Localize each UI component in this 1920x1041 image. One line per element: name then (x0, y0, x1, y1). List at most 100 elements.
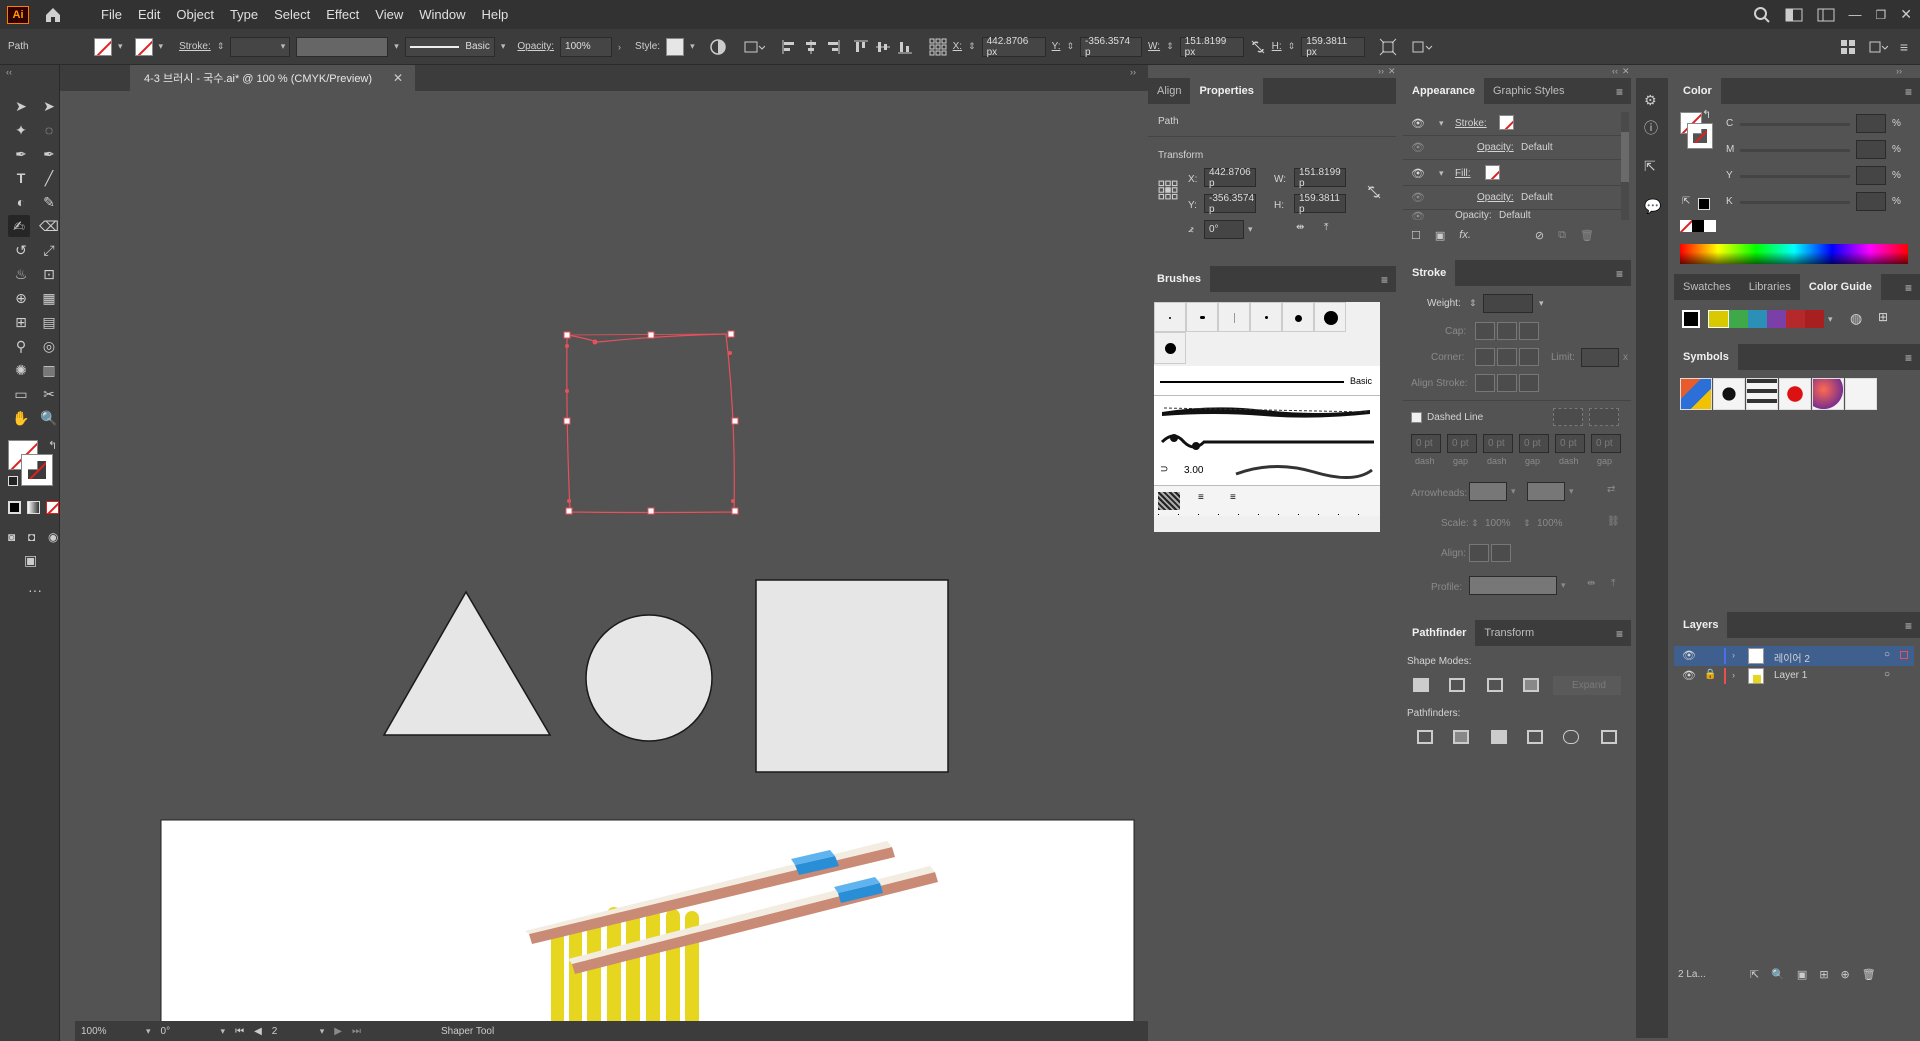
stepper-icon[interactable]: ⇕ (968, 41, 976, 52)
profile-field[interactable] (1469, 576, 1557, 595)
draw-normal-icon[interactable]: ◙ (8, 530, 15, 544)
fill-swatch[interactable] (1485, 165, 1500, 180)
chevron-down-icon[interactable]: ▾ (1828, 314, 1833, 325)
triangle-shape[interactable] (382, 590, 552, 736)
rotation-field[interactable]: 0° (161, 1026, 211, 1037)
envelope-icon[interactable] (743, 38, 765, 56)
lock-icon[interactable]: 🔒 (1704, 669, 1716, 680)
panel-options-icon[interactable] (1868, 39, 1888, 55)
symbol-ribbon[interactable] (1779, 378, 1811, 410)
link-scale-icon[interactable]: ⛓ (1607, 516, 1620, 527)
appearance-row-object-opacity[interactable]: 👁 Opacity: Default (1403, 210, 1621, 220)
align-top-icon[interactable] (853, 39, 869, 55)
draw-behind-icon[interactable]: ◘ (28, 530, 35, 544)
chevron-down-icon[interactable]: ▾ (146, 1026, 151, 1037)
visibility-eye-icon[interactable]: 👁 (1411, 167, 1425, 180)
visibility-eye-icon[interactable]: 👁 (1411, 210, 1425, 220)
export-layer-icon[interactable]: ⇱ (1750, 968, 1759, 981)
first-artboard-icon[interactable]: ⏮ (235, 1026, 244, 1037)
unite-icon[interactable] (1413, 678, 1429, 692)
round-join-icon[interactable] (1497, 348, 1517, 366)
document-tab[interactable]: 4-3 브러시 - 국수.ai* @ 100 % (CMYK/Preview) … (130, 65, 415, 91)
stroke-weight-field[interactable]: ▾ (230, 36, 291, 57)
symbol-grunge[interactable] (1746, 378, 1778, 410)
reference-point-icon[interactable] (1158, 180, 1178, 200)
chevron-down-icon[interactable]: ▾ (1561, 580, 1566, 591)
arrange-documents-icon[interactable] (1785, 8, 1803, 22)
align-center-icon[interactable] (1475, 374, 1495, 392)
arrow-tip-at-end-icon[interactable] (1491, 544, 1511, 562)
brush-pattern[interactable]: ≡ ≡ (1154, 486, 1380, 516)
menu-icon[interactable]: ≡ (1905, 281, 1912, 295)
divide-icon[interactable] (1417, 730, 1433, 744)
h-field[interactable]: 159.3811 px (1301, 36, 1366, 58)
menu-icon[interactable]: ≡ (1905, 85, 1912, 99)
properties-icon[interactable]: ⚙ (1644, 92, 1657, 109)
angle-field[interactable]: 0° (1204, 220, 1244, 239)
type-tool-icon[interactable]: T (10, 167, 32, 189)
visibility-eye-icon[interactable]: 👁 (1682, 669, 1696, 682)
align-bottom-icon[interactable] (897, 39, 913, 55)
chevron-right-icon[interactable]: › (1732, 670, 1735, 680)
arrowhead-end-field[interactable] (1527, 482, 1565, 501)
dash-preserve-icon[interactable] (1553, 408, 1583, 426)
menu-icon[interactable]: ≡ (1381, 273, 1388, 287)
brush-dot-4[interactable] (1250, 302, 1282, 332)
locate-object-icon[interactable]: 🔍 (1771, 968, 1785, 981)
trim-icon[interactable] (1453, 730, 1469, 744)
harmony-rules-strip[interactable] (1708, 310, 1824, 328)
stepper-icon[interactable]: ⇕ (1288, 41, 1296, 52)
align-right-icon[interactable] (825, 39, 841, 55)
constrain-proportions-icon[interactable] (1366, 184, 1382, 200)
menu-icon[interactable]: ≡ (1905, 619, 1912, 633)
direct-selection-tool-icon[interactable]: ➤ (38, 95, 60, 117)
new-sublayer-icon[interactable]: ⊞ (1819, 968, 1828, 981)
channel-y-slider[interactable] (1740, 175, 1850, 178)
workspace-icon[interactable] (1817, 8, 1835, 22)
scale-tool-icon[interactable]: ⤢ (38, 239, 60, 261)
gradient-tool-icon[interactable]: ▤ (38, 311, 60, 333)
chevron-down-icon[interactable]: ▾ (159, 41, 164, 52)
chevron-right-icon[interactable]: › (618, 42, 621, 52)
collapse-icon[interactable]: ‹‹ (6, 67, 12, 77)
eraser-tool-icon[interactable]: ⌫ (38, 215, 60, 237)
brush-dot-3[interactable] (1218, 302, 1250, 332)
menu-object[interactable]: Object (168, 7, 222, 22)
target-icon[interactable]: ○ (1884, 649, 1890, 660)
brush-dot-7[interactable] (1154, 332, 1186, 364)
white-swatch[interactable] (1704, 220, 1716, 232)
gap-2-field[interactable]: 0 pt (1519, 434, 1549, 453)
minimize-icon[interactable]: — (1849, 7, 1862, 22)
magic-wand-tool-icon[interactable]: ✦ (10, 119, 32, 141)
restore-icon[interactable]: ❐ (1876, 8, 1887, 22)
style-swatch[interactable] (666, 37, 685, 56)
tab-pathfinder[interactable]: Pathfinder (1403, 620, 1476, 646)
stepper-icon[interactable]: ⇕ (1523, 518, 1531, 529)
flip-across-icon[interactable]: ⤒ (1611, 578, 1615, 589)
delete-icon[interactable]: 🗑 (1580, 229, 1594, 242)
search-icon[interactable] (1753, 6, 1771, 24)
home-icon[interactable] (43, 5, 63, 25)
menu-icon[interactable]: ≡ (1616, 267, 1623, 281)
zoom-field[interactable]: 100% (81, 1026, 136, 1037)
black-swatch[interactable] (1692, 220, 1704, 232)
symbol-sprayer-tool-icon[interactable]: ✺ (10, 359, 32, 381)
save-color-group-icon[interactable]: ⊞ (1878, 310, 1888, 324)
dash-3-field[interactable]: 0 pt (1555, 434, 1585, 453)
chevron-down-icon[interactable]: ▾ (118, 41, 123, 52)
brush-dot-1[interactable] (1154, 302, 1186, 332)
close-icon[interactable]: ✕ (1622, 66, 1630, 77)
w-field[interactable]: 151.8199 px (1179, 36, 1244, 58)
transform-icon[interactable] (1379, 38, 1397, 56)
channel-c-field[interactable] (1856, 114, 1886, 133)
arrow-tip-beyond-icon[interactable] (1469, 544, 1489, 562)
circle-shape[interactable] (585, 614, 713, 742)
tab-color-guide[interactable]: Color Guide (1799, 274, 1881, 300)
layer-name[interactable]: 레이어 2 (1774, 650, 1810, 665)
clipping-mask-icon[interactable]: ▣ (1797, 968, 1807, 981)
flip-along-icon[interactable]: ⇹ (1587, 578, 1595, 589)
tab-properties[interactable]: Properties (1190, 78, 1263, 104)
limit-field[interactable] (1581, 348, 1619, 367)
dash-2-field[interactable]: 0 pt (1483, 434, 1513, 453)
pencil-tool-icon[interactable]: ✎ (38, 191, 60, 213)
